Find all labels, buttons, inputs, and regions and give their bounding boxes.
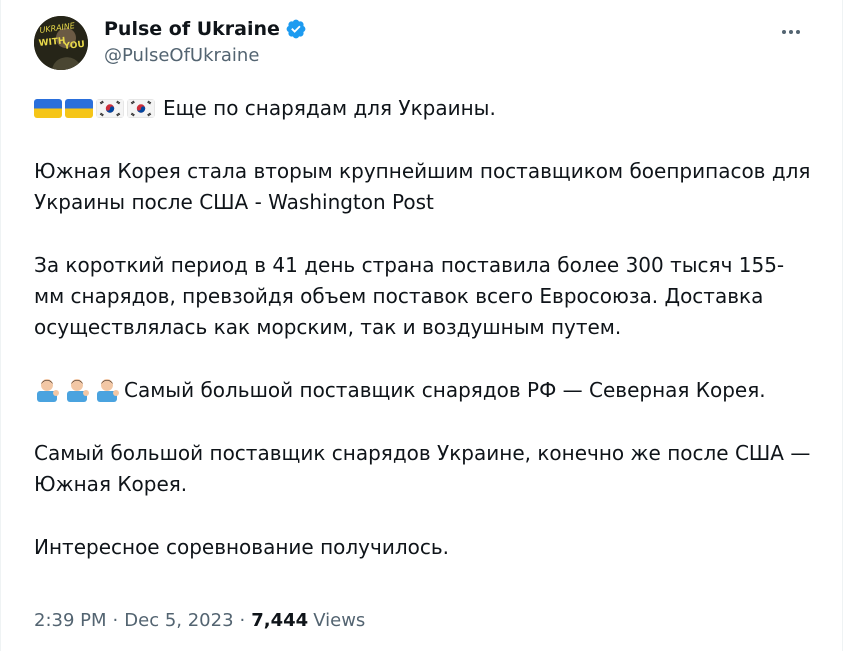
author-handle[interactable]: @PulseOfUkraine bbox=[104, 45, 307, 66]
tweet-paragraph-5: Самый большой поставщик снарядов Украине… bbox=[34, 441, 811, 496]
author-display-name[interactable]: Pulse of Ukraine bbox=[104, 18, 280, 40]
tweet-paragraph-3: За короткий период в 41 день страна пост… bbox=[34, 253, 785, 339]
flag-emojis bbox=[34, 99, 158, 118]
flag-ukraine-icon bbox=[65, 99, 93, 118]
author-names: Pulse of Ukraine @PulseOfUkraine bbox=[104, 16, 307, 66]
man-tipping-hand-icon bbox=[64, 376, 90, 402]
tweet-paragraph-6: Интересное соревнование получилось. bbox=[34, 535, 449, 559]
views-label: Views bbox=[313, 610, 366, 631]
flag-south-korea-icon bbox=[96, 99, 124, 118]
man-tipping-hand-icon bbox=[94, 376, 120, 402]
flag-south-korea-icon bbox=[127, 99, 155, 118]
tweet-header: UKRAINE WITH YOU Pulse of Ukraine @Pulse… bbox=[34, 16, 822, 72]
tweet-line-1: Еще по снарядам для Украины. bbox=[163, 96, 496, 120]
meta-separator: · bbox=[112, 610, 119, 631]
more-horizontal-icon bbox=[782, 30, 786, 34]
avatar-image: UKRAINE WITH YOU bbox=[34, 16, 88, 70]
tweet-paragraph-1: Еще по снарядам для Украины. bbox=[34, 93, 814, 124]
verified-badge-icon bbox=[286, 19, 306, 39]
tweet-line-4: Самый большой поставщик снарядов РФ — Се… bbox=[124, 378, 766, 402]
tweet-time[interactable]: 2:39 PM bbox=[34, 610, 107, 631]
avatar[interactable]: UKRAINE WITH YOU bbox=[34, 16, 88, 70]
flag-ukraine-icon bbox=[34, 99, 62, 118]
meta-separator: · bbox=[239, 610, 246, 631]
tweet-date[interactable]: Dec 5, 2023 bbox=[124, 610, 233, 631]
tweet-paragraph-4: Самый большой поставщик снарядов РФ — Се… bbox=[34, 375, 814, 406]
tweet-paragraph-2: Южная Корея стала вторым крупнейшим пост… bbox=[34, 159, 811, 214]
views-count: 7,444 bbox=[251, 610, 309, 631]
more-options-button[interactable] bbox=[774, 18, 808, 46]
tweet-card: UKRAINE WITH YOU Pulse of Ukraine @Pulse… bbox=[0, 0, 843, 651]
tweet-meta: 2:39 PM · Dec 5, 2023 · 7,444 Views bbox=[34, 610, 365, 631]
man-tipping-hand-icon bbox=[34, 376, 60, 402]
tweet-text: Еще по снарядам для Украины. Южная Корея… bbox=[34, 93, 814, 595]
